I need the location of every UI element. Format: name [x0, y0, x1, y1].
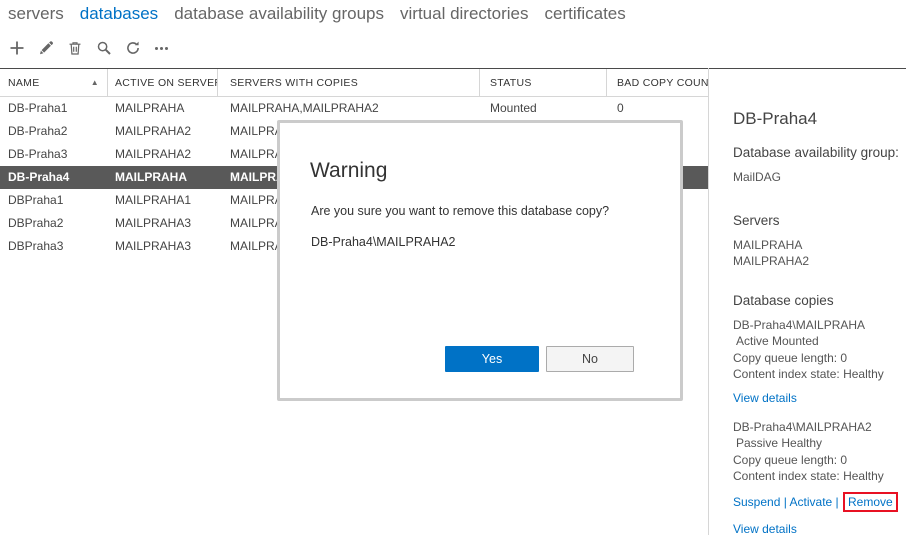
edit-icon[interactable]: [37, 39, 55, 57]
details-title: DB-Praha4: [733, 109, 818, 128]
cell-name: DB-Praha1: [8, 101, 68, 115]
action-separator: |: [783, 494, 787, 509]
more-icon[interactable]: [153, 39, 171, 57]
tab-certificates[interactable]: certificates: [545, 4, 626, 24]
tab-database-availability-groups[interactable]: database availability groups: [174, 4, 384, 24]
cell-active-on-server: MAILPRAHA3: [115, 216, 192, 230]
column-header-name[interactable]: NAME ▲: [0, 69, 108, 97]
tab-virtual-directories[interactable]: virtual directories: [400, 4, 529, 24]
view-details-link[interactable]: View details: [733, 390, 797, 406]
server-name: MAILPRAHA: [733, 237, 803, 252]
tab-servers[interactable]: servers: [8, 4, 64, 24]
copy-name: DB-Praha4\MAILPRAHA2: [733, 419, 872, 434]
toolbar: [8, 38, 171, 58]
cell-active-on-server: MAILPRAHA2: [115, 147, 192, 161]
copy-queue-length: Copy queue length: 0: [733, 350, 848, 365]
cell-bad-copy-count: 0: [617, 101, 624, 115]
servers-heading: Servers: [733, 212, 780, 228]
yes-button[interactable]: Yes: [445, 346, 539, 372]
refresh-icon[interactable]: [124, 39, 142, 57]
cell-active-on-server: MAILPRAHA: [115, 170, 187, 184]
cell-active-on-server: MAILPRAHA: [115, 101, 185, 115]
cell-name: DB-Praha3: [8, 147, 68, 161]
cell-name: DB-Praha4: [8, 170, 70, 184]
add-icon[interactable]: [8, 39, 26, 57]
copy-actions: Suspend | Activate | Remove: [733, 491, 903, 512]
cell-name: DBPraha3: [8, 239, 64, 253]
cell-name: DBPraha1: [8, 193, 64, 207]
server-name: MAILPRAHA2: [733, 254, 810, 268]
cell-active-on-server: MAILPRAHA1: [115, 193, 192, 207]
view-details-link[interactable]: View details: [733, 521, 797, 537]
table-header: NAME ▲ ACTIVE ON SERVER SERVERS WITH COP…: [0, 69, 708, 97]
details-pane-divider: [708, 68, 709, 535]
remove-highlight-box: Remove: [843, 491, 898, 512]
column-header-name-label: NAME: [8, 77, 40, 89]
content-index-state: Content index state: Healthy: [733, 367, 884, 381]
copy-state: Active Mounted: [736, 334, 819, 348]
database-copy-item: DB-Praha4\MAILPRAHA2 Passive Healthy Cop…: [733, 419, 903, 537]
dag-label: Database availability group:: [733, 145, 899, 160]
column-header-bad-copy-count[interactable]: BAD COPY COUNT: [607, 69, 708, 97]
column-header-servers-with-copies[interactable]: SERVERS WITH COPIES: [218, 69, 480, 97]
column-header-active-on-server[interactable]: ACTIVE ON SERVER: [108, 69, 218, 97]
warning-dialog: Warning Are you sure you want to remove …: [277, 120, 683, 401]
copy-state: Passive Healthy: [736, 436, 823, 450]
no-button[interactable]: No: [546, 346, 634, 372]
top-navigation: servers databases database availability …: [8, 4, 626, 24]
cell-name: DBPraha2: [8, 216, 64, 230]
dialog-buttons: Yes No: [445, 346, 634, 372]
cell-active-on-server: MAILPRAHA2: [115, 124, 192, 138]
dialog-title: Warning: [310, 159, 388, 182]
activate-link[interactable]: Activate: [790, 495, 833, 509]
sort-ascending-icon: ▲: [90, 78, 99, 87]
cell-active-on-server: MAILPRAHA3: [115, 239, 192, 253]
copy-name: DB-Praha4\MAILPRAHA: [733, 317, 866, 332]
cell-name: DB-Praha2: [8, 124, 68, 138]
column-header-status[interactable]: STATUS: [480, 69, 607, 97]
database-copy-item: DB-Praha4\MAILPRAHA Active Mounted Copy …: [733, 317, 903, 406]
tab-databases[interactable]: databases: [80, 4, 158, 24]
delete-icon[interactable]: [66, 39, 84, 57]
dialog-message: Are you sure you want to remove this dat…: [311, 204, 610, 218]
suspend-link[interactable]: Suspend: [733, 495, 780, 509]
details-pane: DB-Praha4 Database availability group: M…: [733, 108, 903, 537]
database-copies-heading: Database copies: [733, 292, 834, 308]
remove-link[interactable]: Remove: [848, 495, 893, 509]
search-icon[interactable]: [95, 39, 113, 57]
content-index-state: Content index state: Healthy: [733, 469, 884, 483]
cell-status: Mounted: [490, 101, 537, 115]
table-row[interactable]: DB-Praha1 MAILPRAHA MAILPRAHA,MAILPRAHA2…: [0, 97, 708, 120]
copy-queue-length: Copy queue length: 0: [733, 452, 848, 467]
dag-value: MailDAG: [733, 170, 782, 184]
action-separator: |: [835, 494, 839, 509]
dialog-target-copy: DB-Praha4\MAILPRAHA2: [311, 235, 456, 249]
